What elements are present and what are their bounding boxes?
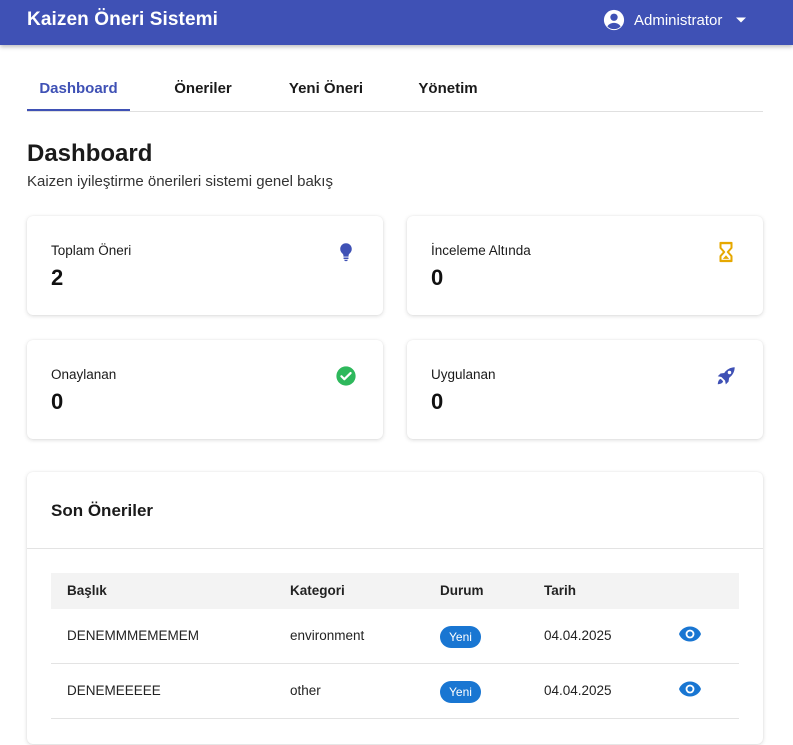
- tab-yonetim[interactable]: Yönetim: [406, 72, 490, 111]
- divider: [27, 548, 763, 549]
- row-date: 04.04.2025: [544, 628, 612, 643]
- row-date: 04.04.2025: [544, 683, 612, 698]
- user-name: Administrator: [634, 11, 723, 29]
- recent-suggestions-card: Son Öneriler Başlık Kategori Durum Tarih…: [27, 472, 763, 744]
- status-badge: Yeni: [440, 626, 481, 648]
- lightbulb-icon: [340, 243, 352, 262]
- stat-label: Toplam Öneri: [51, 243, 132, 258]
- table-row[interactable]: DENEMMMEMEMEM environment Yeni 04.04.202…: [51, 609, 739, 664]
- table-row[interactable]: DENEMEEEEE other Yeni 04.04.2025: [51, 664, 739, 719]
- stat-value: 0: [51, 389, 64, 414]
- column-header-category[interactable]: Kategori: [290, 583, 345, 598]
- stat-card-total: Toplam Öneri 2: [27, 216, 383, 315]
- hourglass-icon: [719, 241, 733, 263]
- column-header-date[interactable]: Tarih: [544, 583, 576, 598]
- eye-icon[interactable]: [678, 625, 702, 643]
- stat-card-approved: Onaylanan 0: [27, 340, 383, 439]
- stat-value: 0: [431, 389, 444, 414]
- tab-yeni-oneri[interactable]: Yeni Öneri: [276, 72, 376, 111]
- row-title: DENEMMMEMEMEM: [67, 628, 199, 643]
- recent-suggestions-table: Başlık Kategori Durum Tarih DENEMMMEMEME…: [51, 573, 739, 719]
- row-category: other: [290, 683, 321, 698]
- stat-label: Onaylanan: [51, 367, 117, 382]
- row-category: environment: [290, 628, 365, 643]
- row-title: DENEMEEEEE: [67, 683, 161, 698]
- column-header-status[interactable]: Durum: [440, 583, 484, 598]
- table-header: Başlık Kategori Durum Tarih: [51, 573, 739, 609]
- app-title[interactable]: Kaizen Öneri Sistemi: [27, 9, 218, 31]
- page-subtitle: Kaizen iyileştirme önerileri sistemi gen…: [27, 173, 333, 190]
- stat-label: Uygulanan: [431, 367, 496, 382]
- stat-card-under-review: İnceleme Altında 0: [407, 216, 763, 315]
- stat-card-implemented: Uygulanan 0: [407, 340, 763, 439]
- rocket-icon: [717, 367, 735, 385]
- tab-oneriler[interactable]: Öneriler: [158, 72, 248, 111]
- eye-icon[interactable]: [678, 680, 702, 698]
- tab-dashboard[interactable]: Dashboard: [27, 72, 130, 111]
- status-badge: Yeni: [440, 681, 481, 703]
- user-menu-button[interactable]: Administrator: [603, 8, 747, 32]
- recent-suggestions-title: Son Öneriler: [51, 501, 154, 520]
- check-circle-icon: [336, 366, 356, 386]
- stat-value: 0: [431, 265, 444, 290]
- column-header-title[interactable]: Başlık: [67, 583, 107, 598]
- page-title: Dashboard: [27, 140, 153, 167]
- account-circle-icon: [603, 9, 625, 31]
- main-tabs: Dashboard Öneriler Yeni Öneri Yönetim: [27, 72, 763, 112]
- caret-down-icon: [736, 17, 747, 23]
- stat-label: İnceleme Altında: [431, 243, 531, 258]
- stat-value: 2: [51, 265, 64, 290]
- app-bar: Kaizen Öneri Sistemi Administrator: [0, 0, 793, 45]
